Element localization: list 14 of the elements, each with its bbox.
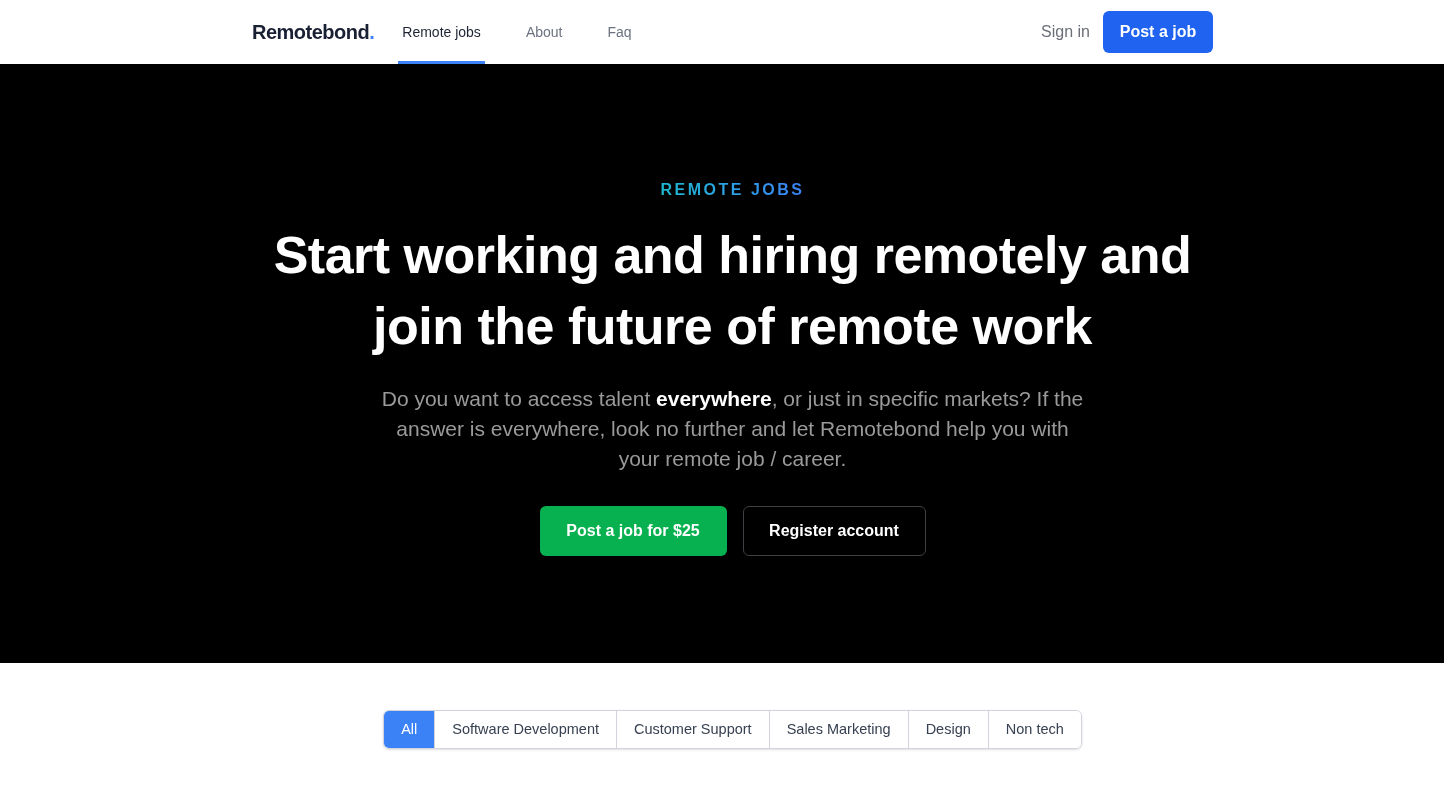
nav-link[interactable]: About [521,0,567,64]
hero-description: Do you want to access talent everywhere, or just in specific markets? If the answer is everywhere, look no further and let Remotebond help you with your remote job / career. [380,386,1085,472]
category-tab[interactable]: Software Development [434,711,616,748]
category-tab[interactable]: Sales Marketing [768,711,908,748]
hero-heading: Start working and hiring remotely and join the future of remote work [272,225,1193,357]
category-tab[interactable]: All [384,711,435,748]
sign-in-link[interactable]: Sign in [1041,20,1090,44]
register-account-button[interactable]: Register account [742,506,926,556]
category-tab[interactable]: Design [907,711,988,748]
category-tab[interactable]: Customer Support [616,711,769,748]
category-tab[interactable]: Non tech [987,711,1081,748]
nav-link[interactable]: Faq [603,0,636,64]
logo[interactable]: Remotebond. [252,17,375,47]
post-job-button[interactable]: Post a job [1103,11,1213,53]
